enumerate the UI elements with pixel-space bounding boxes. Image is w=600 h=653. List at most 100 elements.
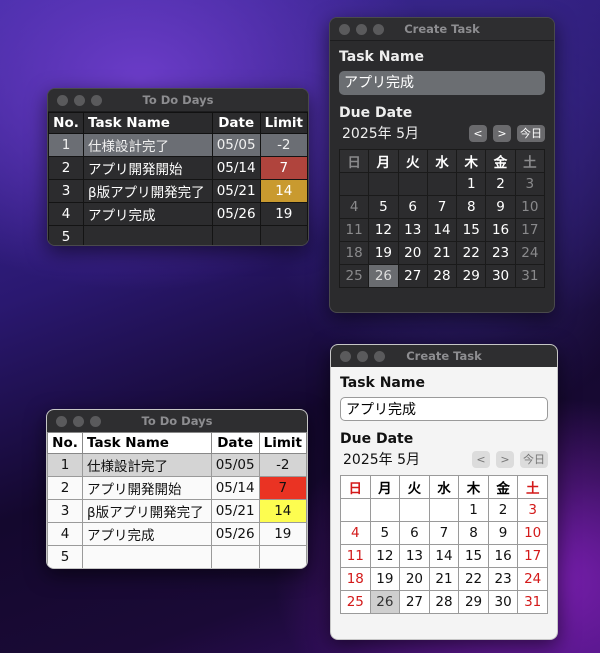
- calendar-day[interactable]: 6: [399, 521, 430, 545]
- calendar-day[interactable]: 8: [456, 195, 487, 219]
- col-no-header[interactable]: No.: [47, 432, 83, 454]
- close-icon[interactable]: [57, 95, 68, 106]
- close-icon[interactable]: [339, 24, 350, 35]
- calendar-day[interactable]: 5: [369, 521, 401, 545]
- calendar-day[interactable]: 14: [428, 544, 460, 568]
- calendar-day[interactable]: 20: [397, 241, 428, 265]
- prev-month-button[interactable]: <: [472, 450, 490, 468]
- row-date[interactable]: 05/05: [210, 453, 260, 477]
- calendar-day[interactable]: 24: [514, 241, 546, 265]
- today-button[interactable]: 今日: [520, 450, 548, 468]
- row-name[interactable]: [82, 545, 212, 568]
- calendar-day[interactable]: 10: [514, 195, 546, 219]
- table-row[interactable]: 4 アプリ完成 05/26 19: [48, 202, 308, 226]
- calendar-day-selected[interactable]: 26: [369, 590, 401, 614]
- table-row[interactable]: 4 アプリ完成 05/26 19: [47, 522, 307, 546]
- table-row[interactable]: 2 アプリ開発開始 05/14 7: [48, 156, 308, 180]
- calendar-day[interactable]: 20: [399, 567, 430, 591]
- title-bar[interactable]: To Do Days: [47, 410, 307, 432]
- task-name-input[interactable]: アプリ完成: [340, 397, 548, 421]
- calendar-day[interactable]: 19: [369, 567, 401, 591]
- table-row[interactable]: 3 β版アプリ開発完了 05/21 14: [47, 499, 307, 523]
- calendar-day[interactable]: 30: [487, 590, 519, 614]
- calendar-day[interactable]: 4: [338, 195, 370, 219]
- calendar-day[interactable]: 10: [517, 521, 548, 545]
- calendar-day[interactable]: [399, 498, 430, 522]
- calendar-day[interactable]: 15: [456, 218, 487, 242]
- col-no-header[interactable]: No.: [48, 112, 84, 134]
- calendar-day[interactable]: 5: [368, 195, 399, 219]
- row-name[interactable]: アプリ完成: [82, 522, 212, 546]
- calendar-day[interactable]: 2: [487, 498, 519, 522]
- calendar-day[interactable]: 21: [428, 567, 460, 591]
- zoom-icon[interactable]: [90, 416, 101, 427]
- calendar-day[interactable]: 11: [340, 544, 371, 568]
- calendar-day[interactable]: [340, 498, 371, 522]
- row-name[interactable]: アプリ開発開始: [82, 476, 212, 500]
- calendar-day[interactable]: 3: [517, 498, 548, 522]
- calendar-day[interactable]: 31: [517, 590, 548, 614]
- col-limit-header[interactable]: Limit: [258, 432, 307, 454]
- calendar-day[interactable]: 23: [487, 567, 519, 591]
- col-name-header[interactable]: Task Name: [83, 112, 213, 134]
- calendar-day[interactable]: 28: [426, 264, 458, 288]
- row-date[interactable]: 05/14: [210, 476, 260, 500]
- calendar-day[interactable]: 2: [485, 172, 516, 196]
- calendar-day[interactable]: 18: [338, 241, 370, 265]
- close-icon[interactable]: [56, 416, 67, 427]
- row-name[interactable]: β版アプリ開発完了: [82, 499, 212, 523]
- table-row[interactable]: 2 アプリ開発開始 05/14 7: [47, 476, 307, 500]
- row-name[interactable]: 仕様設計完了: [82, 453, 212, 477]
- calendar-day-selected[interactable]: 26: [368, 264, 399, 288]
- calendar-day[interactable]: 1: [458, 498, 489, 522]
- calendar-day[interactable]: 7: [428, 521, 460, 545]
- calendar-day[interactable]: 23: [485, 241, 516, 265]
- calendar-day[interactable]: 13: [397, 218, 428, 242]
- calendar-day[interactable]: [426, 172, 458, 196]
- calendar-day[interactable]: [368, 172, 399, 196]
- close-icon[interactable]: [340, 351, 351, 362]
- row-date[interactable]: 05/14: [211, 156, 261, 180]
- calendar-day[interactable]: 28: [428, 590, 460, 614]
- calendar-day[interactable]: 31: [514, 264, 546, 288]
- today-button[interactable]: 今日: [517, 124, 545, 142]
- row-date[interactable]: 05/26: [211, 202, 261, 226]
- row-date[interactable]: 05/26: [210, 522, 260, 546]
- calendar-day[interactable]: 4: [340, 521, 371, 545]
- calendar-day[interactable]: 11: [338, 218, 370, 242]
- title-bar[interactable]: Create Task: [330, 18, 554, 41]
- row-name[interactable]: [83, 225, 213, 245]
- calendar-day[interactable]: 17: [517, 544, 548, 568]
- table-row[interactable]: 1 仕様設計完了 05/05 -2: [47, 453, 307, 477]
- minimize-icon[interactable]: [74, 95, 85, 106]
- calendar-day[interactable]: [369, 498, 401, 522]
- row-name[interactable]: アプリ開発開始: [83, 156, 213, 180]
- calendar-day[interactable]: 27: [399, 590, 430, 614]
- calendar-day[interactable]: 9: [487, 521, 519, 545]
- prev-month-button[interactable]: <: [469, 124, 487, 142]
- calendar-day[interactable]: 29: [458, 590, 489, 614]
- task-name-input[interactable]: アプリ完成: [339, 71, 545, 95]
- row-name[interactable]: 仕様設計完了: [83, 133, 213, 157]
- calendar-day[interactable]: 13: [399, 544, 430, 568]
- title-bar[interactable]: Create Task: [331, 345, 557, 367]
- calendar-day[interactable]: 24: [517, 567, 548, 591]
- table-row[interactable]: 1 仕様設計完了 05/05 -2: [48, 133, 308, 157]
- minimize-icon[interactable]: [73, 416, 84, 427]
- calendar-day[interactable]: 30: [485, 264, 516, 288]
- table-row[interactable]: 5: [47, 545, 307, 568]
- title-bar[interactable]: To Do Days: [48, 89, 308, 112]
- calendar-day[interactable]: 16: [485, 218, 516, 242]
- calendar-day[interactable]: 19: [368, 241, 399, 265]
- calendar-day[interactable]: 27: [397, 264, 428, 288]
- row-date[interactable]: [211, 225, 261, 245]
- calendar-day[interactable]: [338, 172, 370, 196]
- zoom-icon[interactable]: [91, 95, 102, 106]
- row-date[interactable]: [210, 545, 260, 568]
- next-month-button[interactable]: >: [493, 124, 511, 142]
- row-name[interactable]: β版アプリ開発完了: [83, 179, 213, 203]
- calendar-day[interactable]: 3: [514, 172, 546, 196]
- row-date[interactable]: 05/21: [210, 499, 260, 523]
- calendar-day[interactable]: 8: [458, 521, 489, 545]
- calendar-day[interactable]: 14: [426, 218, 458, 242]
